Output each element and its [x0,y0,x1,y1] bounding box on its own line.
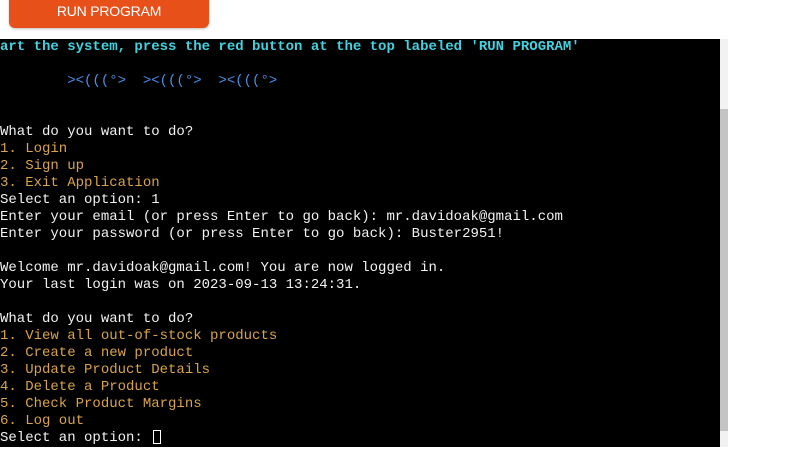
welcome-message: Welcome mr.davidoak@gmail.com! You are n… [0,260,446,276]
input-prompt-label: Select an option: [0,430,152,446]
input-prompt-line[interactable]: Select an option: [0,430,162,447]
menu-prompt-2: What do you want to do? [0,311,194,327]
run-program-button[interactable]: RUN PROGRAM [9,0,209,28]
menu-option-check-margins: 5. Check Product Margins [0,396,202,412]
text-cursor [153,430,162,444]
terminal-banner-line: art the system, press the red button at … [0,39,580,55]
menu-option-view-out-of-stock: 1. View all out-of-stock products [0,328,278,344]
menu-option-log-out: 6. Log out [0,413,85,429]
menu-option-login: 1. Login [0,141,68,157]
scrollbar-thumb[interactable] [720,109,728,431]
menu-option-update-product: 3. Update Product Details [0,362,211,378]
fish-ascii-art: ><(((°> ><(((°> ><(((°> [0,73,278,89]
menu-option-exit: 3. Exit Application [0,175,160,191]
terminal-scrollbar[interactable] [720,39,728,447]
menu-option-create-product: 2. Create a new product [0,345,194,361]
menu-option-sign-up: 2. Sign up [0,158,85,174]
last-login-message: Your last login was on 2023-09-13 13:24:… [0,277,362,293]
email-entry-line: Enter your email (or press Enter to go b… [0,209,563,225]
menu-option-delete-product: 4. Delete a Product [0,379,160,395]
select-option-line: Select an option: 1 [0,192,160,208]
password-entry-line: Enter your password (or press Enter to g… [0,226,505,242]
menu-prompt: What do you want to do? [0,124,194,140]
terminal-window[interactable]: art the system, press the red button at … [0,39,720,447]
